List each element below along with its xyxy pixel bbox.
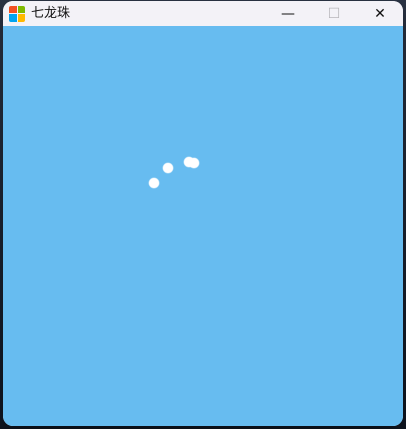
caption-buttons: — ☐ ✕ [265,1,403,26]
maximize-button[interactable]: ☐ [311,1,357,26]
app-icon-quadrant [9,14,17,22]
close-button[interactable]: ✕ [357,1,403,26]
maximize-icon: ☐ [327,5,341,22]
app-icon-quadrant [9,5,17,13]
dot-1 [149,178,159,188]
app-window: 七龙珠 — ☐ ✕ [3,1,403,426]
app-icon-quadrant [17,14,25,22]
dot-4 [189,158,199,168]
close-icon: ✕ [374,5,386,22]
dot-2 [163,163,173,173]
game-canvas[interactable] [3,26,403,426]
minimize-icon: — [281,5,295,22]
title-bar[interactable]: 七龙珠 — ☐ ✕ [3,1,403,26]
app-icon-quadrant [17,5,25,13]
app-icon [9,5,25,22]
minimize-button[interactable]: — [265,1,311,26]
